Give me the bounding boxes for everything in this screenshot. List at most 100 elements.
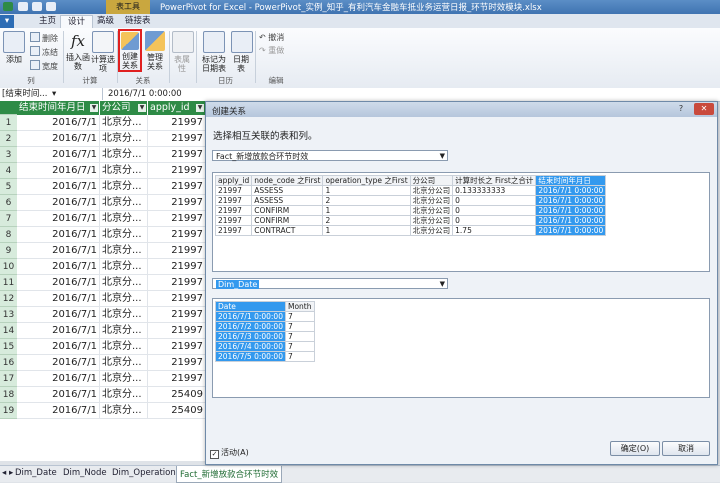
row-number[interactable]: 9	[0, 243, 17, 259]
save-icon[interactable]	[18, 2, 28, 11]
filter-dropdown-icon[interactable]: ▼	[138, 104, 146, 112]
table-cell-apply-id[interactable]: 21997	[148, 355, 206, 371]
cancel-button[interactable]: 取消	[662, 441, 710, 456]
table-cell-company[interactable]: 北京分...	[100, 179, 148, 195]
mark-date-table-button[interactable]: 标记为日期表	[199, 31, 229, 73]
ok-button[interactable]: 确定(O)	[610, 441, 660, 456]
preview-column-header[interactable]: apply_id	[214, 175, 253, 186]
table-cell-apply-id[interactable]: 21997	[148, 307, 206, 323]
table-cell-date[interactable]: 2016/7/1	[17, 403, 100, 419]
row-number[interactable]: 13	[0, 307, 17, 323]
table-cell-company[interactable]: 北京分...	[100, 147, 148, 163]
row-number[interactable]: 19	[0, 403, 17, 419]
table-cell-apply-id[interactable]: 21997	[148, 339, 206, 355]
undo-quick-icon[interactable]	[32, 2, 42, 11]
table-cell-apply-id[interactable]: 25409	[148, 387, 206, 403]
undo-button[interactable]: ↶ 撤消	[259, 32, 284, 43]
row-number[interactable]: 10	[0, 259, 17, 275]
sheet-tab-dim-operation[interactable]: Dim_Operation	[112, 468, 176, 478]
table-cell-apply-id[interactable]: 21997	[148, 163, 206, 179]
create-relationship-button[interactable]: 创建关系	[118, 29, 142, 72]
table-cell-apply-id[interactable]: 21997	[148, 291, 206, 307]
tab-advanced[interactable]: 高级	[90, 15, 121, 28]
table-cell-company[interactable]: 北京分...	[100, 115, 148, 131]
table-cell-date[interactable]: 2016/7/1	[17, 387, 100, 403]
table-cell-apply-id[interactable]: 21997	[148, 211, 206, 227]
row-number[interactable]: 16	[0, 355, 17, 371]
row-number[interactable]: 6	[0, 195, 17, 211]
filter-dropdown-icon[interactable]: ▼	[90, 104, 98, 112]
help-icon[interactable]: ?	[674, 103, 688, 115]
table-cell-date[interactable]: 2016/7/1	[17, 195, 100, 211]
table-properties-button[interactable]: 表属性	[172, 31, 194, 73]
table-cell-company[interactable]: 北京分...	[100, 195, 148, 211]
table-cell-company[interactable]: 北京分...	[100, 131, 148, 147]
file-tab[interactable]: ▾	[0, 15, 14, 28]
row-number[interactable]: 4	[0, 163, 17, 179]
preview-column-header[interactable]: node_code 之First	[251, 175, 324, 186]
row-number[interactable]: 12	[0, 291, 17, 307]
dropdown-quick-icon[interactable]	[46, 2, 56, 11]
table-cell-date[interactable]: 2016/7/1	[17, 243, 100, 259]
preview-column-header[interactable]: Date	[215, 301, 286, 312]
active-checkbox[interactable]: ✓ 活动(A)	[210, 447, 249, 459]
table-cell-company[interactable]: 北京分...	[100, 275, 148, 291]
sheet-tab-dim-node[interactable]: Dim_Node	[63, 468, 107, 478]
table-cell-date[interactable]: 2016/7/1	[17, 339, 100, 355]
table-cell-apply-id[interactable]: 21997	[148, 275, 206, 291]
name-box-dropdown-icon[interactable]: ▾	[52, 88, 56, 100]
row-number[interactable]: 3	[0, 147, 17, 163]
row-number[interactable]: 14	[0, 323, 17, 339]
table-cell-company[interactable]: 北京分...	[100, 355, 148, 371]
preview-column-header[interactable]: Month	[284, 301, 315, 312]
table-cell-date[interactable]: 2016/7/1	[17, 307, 100, 323]
table1-select[interactable]: Fact_新增放款合环节时效 ▼	[212, 150, 448, 161]
row-number[interactable]: 1	[0, 115, 17, 131]
table-cell-date[interactable]: 2016/7/1	[17, 147, 100, 163]
row-number[interactable]: 2	[0, 131, 17, 147]
manage-relationship-button[interactable]: 管理关系	[144, 31, 166, 71]
close-icon[interactable]: ✕	[694, 103, 714, 115]
row-number[interactable]: 11	[0, 275, 17, 291]
table-cell-company[interactable]: 北京分...	[100, 387, 148, 403]
row-number[interactable]: 5	[0, 179, 17, 195]
table-cell-date[interactable]: 2016/7/1	[17, 179, 100, 195]
redo-button[interactable]: ↷ 重做	[259, 45, 284, 56]
preview-column-header[interactable]: 分公司	[409, 175, 454, 186]
table-cell-apply-id[interactable]: 21997	[148, 259, 206, 275]
table-cell-company[interactable]: 北京分...	[100, 307, 148, 323]
row-number[interactable]: 8	[0, 227, 17, 243]
calc-options-button[interactable]: 计算选项	[91, 31, 115, 73]
table-cell-date[interactable]: 2016/7/1	[17, 131, 100, 147]
table-cell-company[interactable]: 北京分...	[100, 403, 148, 419]
table-cell-company[interactable]: 北京分...	[100, 227, 148, 243]
column-header-apply-id[interactable]: apply_id ▼	[148, 101, 206, 115]
row-number[interactable]: 7	[0, 211, 17, 227]
row-number[interactable]: 17	[0, 371, 17, 387]
add-column-button[interactable]: 添加	[3, 31, 25, 64]
table-cell-apply-id[interactable]: 21997	[148, 243, 206, 259]
table-cell-date[interactable]: 2016/7/1	[17, 323, 100, 339]
table-cell-apply-id[interactable]: 21997	[148, 147, 206, 163]
sheet-tab-dim-date[interactable]: Dim_Date	[15, 468, 57, 478]
table-cell-apply-id[interactable]: 21997	[148, 371, 206, 387]
delete-button[interactable]: 删除	[30, 32, 58, 44]
table-cell-company[interactable]: 北京分...	[100, 243, 148, 259]
width-button[interactable]: 宽度	[30, 60, 58, 72]
tab-linked-table[interactable]: 链接表	[118, 15, 158, 28]
table-cell-company[interactable]: 北京分...	[100, 339, 148, 355]
table-cell-company[interactable]: 北京分...	[100, 323, 148, 339]
insert-function-button[interactable]: fx 插入函数	[66, 31, 90, 71]
table-cell-apply-id[interactable]: 21997	[148, 131, 206, 147]
table-cell-date[interactable]: 2016/7/1	[17, 211, 100, 227]
row-number[interactable]: 15	[0, 339, 17, 355]
tab-home[interactable]: 主页	[32, 15, 63, 28]
table-cell-apply-id[interactable]: 21997	[148, 179, 206, 195]
column-header-company[interactable]: 分公司 ▼	[100, 101, 148, 115]
column-header-end-date[interactable]: 结束时间年月日 ▼	[17, 101, 100, 115]
table-cell-date[interactable]: 2016/7/1	[17, 371, 100, 387]
table-cell-company[interactable]: 北京分...	[100, 211, 148, 227]
table-cell-date[interactable]: 2016/7/1	[17, 259, 100, 275]
table-cell-apply-id[interactable]: 21997	[148, 195, 206, 211]
corner-cell[interactable]	[0, 101, 17, 115]
